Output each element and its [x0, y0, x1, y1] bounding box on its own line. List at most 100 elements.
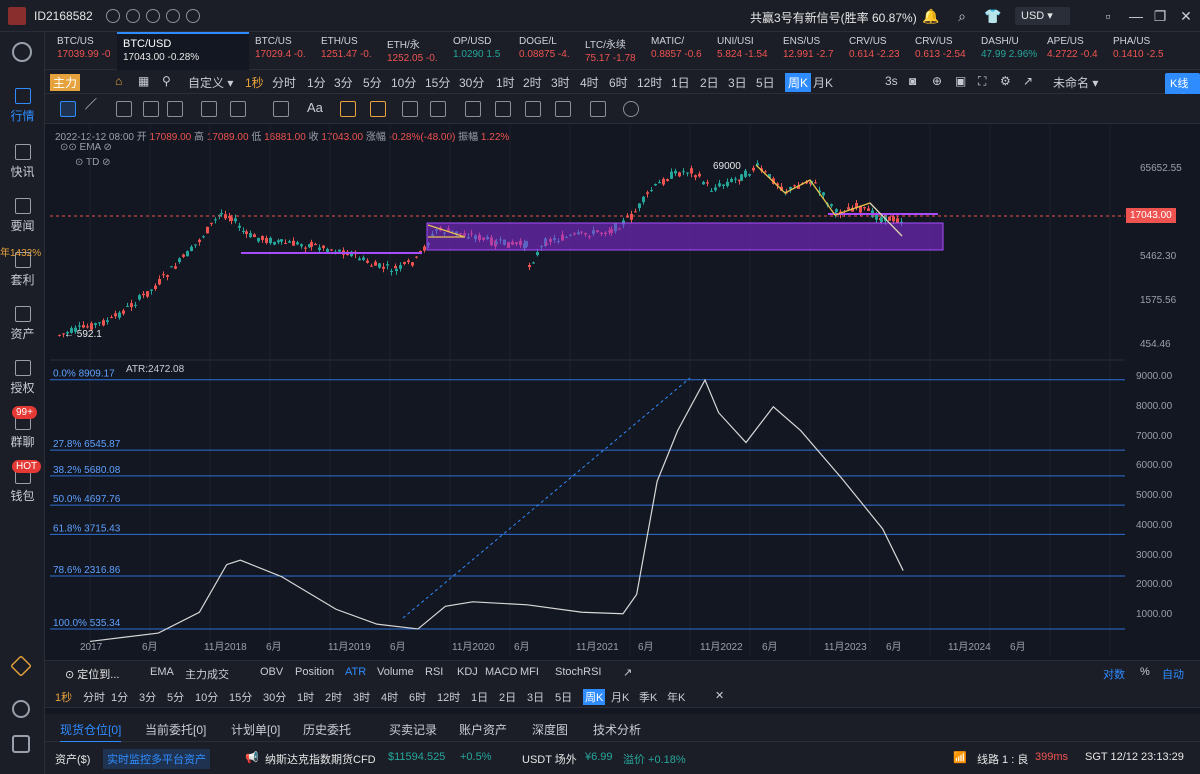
tf-5[interactable]: 10分 [391, 74, 416, 91]
locate-button[interactable]: ⊙ 定位到... [65, 666, 119, 682]
bitcoin-icon[interactable] [126, 9, 140, 23]
help-icon[interactable] [12, 735, 30, 753]
tf-12[interactable]: 6时 [609, 74, 628, 91]
tf-11[interactable]: 4时 [580, 74, 599, 91]
copy-icon[interactable] [525, 101, 541, 117]
close-tf-icon[interactable]: ✕ [715, 689, 724, 702]
ticker-item[interactable]: DASH/U 47.99 2.96% [975, 32, 1041, 70]
custom-dropdown[interactable]: 自定义 ▾ [188, 74, 233, 91]
bottom-tf-11[interactable]: 4时 [381, 689, 398, 705]
indicator-3[interactable]: Position [295, 666, 334, 678]
trash-icon[interactable] [590, 101, 606, 117]
sidebar-item-3[interactable]: 套利 年1432% [0, 246, 45, 296]
ray-icon[interactable] [116, 101, 132, 117]
brush-icon[interactable] [430, 101, 446, 117]
bottom-tf-0[interactable]: 1秒 [55, 689, 72, 705]
tf-7[interactable]: 30分 [459, 74, 484, 91]
bottom-tf-5[interactable]: 10分 [195, 689, 218, 705]
tf-19[interactable]: 月K [813, 74, 833, 91]
sidebar-item-0[interactable]: 行情 [0, 82, 45, 132]
tf-1[interactable]: 分时 [272, 74, 296, 91]
phone-icon[interactable] [186, 9, 200, 23]
bottom-tab-0[interactable]: 现货仓位[0] [60, 721, 122, 743]
tf-10[interactable]: 3时 [551, 74, 570, 91]
restore-icon[interactable]: ❐ [1152, 8, 1168, 24]
link-icon[interactable] [623, 101, 639, 117]
layout-name-dropdown[interactable]: 未命名 ▾ [1053, 74, 1098, 91]
ticker-item[interactable]: UNI/USI 5.824 -1.54 [711, 32, 777, 70]
bottom-tf-8[interactable]: 1时 [297, 689, 314, 705]
ruler-icon[interactable] [402, 101, 418, 117]
price-chart[interactable]: 69000 ← 592.1 0.0% 8909.17 27.8% 6545.87 3… [50, 125, 1125, 655]
tf-15[interactable]: 2日 [700, 74, 719, 91]
indicator-icon[interactable]: ⚲ [162, 74, 171, 88]
indicator-10[interactable]: StochRSI [555, 666, 601, 678]
sidebar-item-7[interactable]: 钱包 HOT [0, 460, 45, 512]
bottom-tf-7[interactable]: 30分 [263, 689, 286, 705]
compare-icon[interactable]: ⊕ [932, 74, 942, 88]
signal-notice[interactable]: 共赢3号有新信号(胜率 60.87%) [750, 9, 917, 26]
camera-icon[interactable]: ◙ [909, 74, 916, 88]
calendar-icon[interactable]: ▦ [138, 74, 149, 88]
close-icon[interactable]: ✕ [1178, 8, 1194, 24]
bell-icon[interactable]: 🔔 [922, 8, 939, 24]
bottom-tf-15[interactable]: 2日 [499, 689, 516, 705]
nasdaq-label[interactable]: 纳斯达克指数期货CFD [265, 751, 376, 767]
minimize-icon[interactable]: ▫ [1100, 8, 1116, 24]
axis-option-1[interactable]: % [1140, 666, 1150, 678]
rectangle-icon[interactable] [167, 101, 183, 117]
ticker-item[interactable]: ETH/US 1251.47 -0. [315, 32, 381, 70]
ticker-item[interactable]: PHA/US 0.1410 -2.5 [1107, 32, 1173, 70]
app-logo-icon[interactable] [12, 42, 32, 62]
visibility-icon[interactable] [555, 101, 571, 117]
ticker-item[interactable]: APE/US 4.2722 -0.4 [1041, 32, 1107, 70]
path-icon[interactable] [230, 101, 246, 117]
bottom-tf-6[interactable]: 15分 [229, 689, 252, 705]
bottom-tf-4[interactable]: 5分 [167, 689, 184, 705]
indicator-2[interactable]: OBV [260, 666, 283, 678]
sidebar-item-2[interactable]: 要闻 [0, 192, 45, 242]
indicator-0[interactable]: EMA [150, 666, 174, 678]
axis-option-2[interactable]: 自动 [1162, 666, 1184, 682]
fib-icon[interactable] [201, 101, 217, 117]
monitor-button[interactable]: 实时监控多平台资产 [103, 749, 210, 769]
settings-icon[interactable] [166, 9, 180, 23]
bottom-tab-1[interactable]: 当前委托[0] [145, 721, 206, 738]
ticker-item[interactable]: CRV/US 0.613 -2.54 [909, 32, 975, 70]
crosshair-icon[interactable] [60, 101, 76, 117]
indicator-4[interactable]: ATR [345, 666, 366, 678]
settings-icon[interactable] [12, 700, 30, 718]
edit-indicators-icon[interactable]: ↗ [623, 666, 632, 679]
indicator-7[interactable]: KDJ [457, 666, 478, 678]
note-icon[interactable] [495, 101, 511, 117]
interval-label[interactable]: 3s [885, 74, 898, 88]
bottom-tf-17[interactable]: 5日 [555, 689, 572, 705]
bottom-tf-3[interactable]: 3分 [139, 689, 156, 705]
price-axis[interactable]: 65652.55 5462.30 1575.56 454.46 9000.00 8000.… [1126, 125, 1200, 655]
bottom-tf-20[interactable]: 季K [639, 689, 657, 705]
tf-16[interactable]: 3日 [728, 74, 747, 91]
indicator-1[interactable]: 主力成交 [185, 666, 229, 682]
ticker-item[interactable]: LTC/永续 75.17 -1.78 [579, 32, 645, 70]
ticker-item[interactable]: DOGE/L 0.08875 -4. [513, 32, 579, 70]
tf-17[interactable]: 5日 [756, 74, 775, 91]
text-icon[interactable]: Aa [307, 100, 323, 115]
tf-14[interactable]: 1日 [671, 74, 690, 91]
search-icon[interactable]: ⌕ [954, 8, 970, 24]
ticker-item[interactable]: MATIC/0.8857 -0.6 [645, 32, 711, 70]
bottom-tf-18[interactable]: 周K [583, 689, 606, 705]
tf-9[interactable]: 2时 [523, 74, 542, 91]
arrow-icon[interactable]: ↗ [1023, 74, 1033, 88]
bottom-tab-3[interactable]: 历史委托 [303, 721, 351, 738]
bottom-tf-19[interactable]: 月K [611, 689, 629, 705]
ticker-item[interactable]: BTC/USD 17043.00 -0.28% [117, 32, 249, 70]
shield-icon[interactable] [146, 9, 160, 23]
bottom-tf-12[interactable]: 6时 [409, 689, 426, 705]
tf-3[interactable]: 3分 [334, 74, 353, 91]
magnet-icon[interactable] [340, 101, 356, 117]
bottom-tab-7[interactable]: 技术分析 [593, 721, 641, 738]
bottom-tf-9[interactable]: 2时 [325, 689, 342, 705]
lock-icon[interactable] [370, 101, 386, 117]
avatar[interactable] [8, 7, 26, 25]
trendline-icon[interactable] [84, 97, 108, 121]
